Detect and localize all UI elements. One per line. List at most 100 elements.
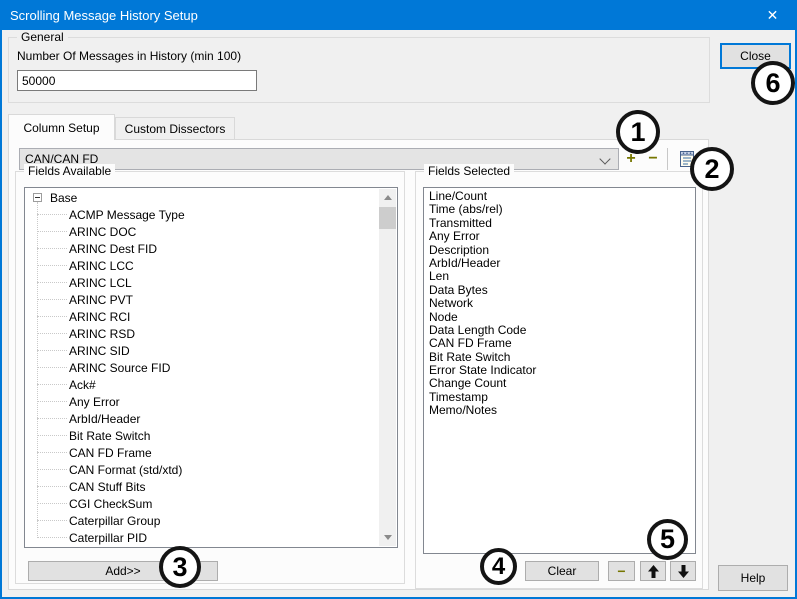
- minus-icon: −: [648, 150, 657, 168]
- scrollbar-down-button[interactable]: [379, 529, 396, 546]
- tree-item[interactable]: ACMP Message Type: [26, 206, 379, 223]
- tree-item[interactable]: ARINC Source FID: [26, 359, 379, 376]
- tree-stub-line: [37, 214, 67, 215]
- fields-selected-list: Line/CountTime (abs/rel)TransmittedAny E…: [423, 187, 696, 554]
- tree-item[interactable]: ARINC SID: [26, 342, 379, 359]
- fields-available-list: Base ACMP Message Type ARINC DOC ARINC D…: [24, 187, 398, 548]
- tree-stub-line: [37, 299, 67, 300]
- tree-stub-line: [37, 418, 67, 419]
- tree-item[interactable]: Caterpillar Group: [26, 512, 379, 529]
- tree-stub-line: [37, 537, 67, 538]
- tree-item[interactable]: ARINC DOC: [26, 223, 379, 240]
- remove-selected-button[interactable]: −: [608, 561, 635, 581]
- selected-field-item[interactable]: Len: [424, 270, 695, 283]
- tab-column-setup[interactable]: Column Setup: [8, 114, 115, 140]
- selected-field-item[interactable]: Line/Count: [424, 190, 695, 203]
- general-group: General Number Of Messages in History (m…: [8, 37, 710, 103]
- tree-stub-line: [37, 486, 67, 487]
- tree-item[interactable]: ARINC RSD: [26, 325, 379, 342]
- tree-item-label: Ack#: [69, 378, 96, 392]
- move-down-button[interactable]: [670, 561, 696, 581]
- selected-field-item[interactable]: Node: [424, 311, 695, 324]
- tree-item[interactable]: ARINC PVT: [26, 291, 379, 308]
- selected-field-item[interactable]: Data Length Code: [424, 324, 695, 337]
- tree-item-label: ARINC SID: [69, 344, 130, 358]
- scrollbar-thumb[interactable]: [379, 207, 396, 229]
- annotation-1: 1: [616, 110, 660, 154]
- window-border-left: [0, 30, 2, 599]
- tree-item[interactable]: ArbId/Header: [26, 410, 379, 427]
- tree-item-label: Caterpillar PID: [69, 531, 147, 545]
- selected-field-item[interactable]: Error State Indicator: [424, 364, 695, 377]
- tree-item-label: ARINC RCI: [69, 310, 130, 324]
- tree-stub-line: [37, 435, 67, 436]
- clear-button[interactable]: Clear: [525, 561, 599, 581]
- selected-field-item[interactable]: Transmitted: [424, 217, 695, 230]
- tree-item-label: ARINC LCL: [69, 276, 132, 290]
- tree-root-item[interactable]: Base: [26, 189, 379, 206]
- tree-item-label: ARINC PVT: [69, 293, 133, 307]
- scrollbar-up-button[interactable]: [379, 189, 396, 206]
- selected-field-item[interactable]: Memo/Notes: [424, 404, 695, 417]
- selected-field-item[interactable]: Any Error: [424, 230, 695, 243]
- tree-item[interactable]: Bit Rate Switch: [26, 427, 379, 444]
- tree-stub-line: [37, 384, 67, 385]
- tab-custom-dissectors[interactable]: Custom Dissectors: [115, 117, 235, 139]
- annotation-5: 5: [647, 519, 688, 560]
- selected-field-item[interactable]: Time (abs/rel): [424, 203, 695, 216]
- selected-field-item[interactable]: Data Bytes: [424, 284, 695, 297]
- tree-stub-line: [37, 469, 67, 470]
- general-legend: General: [17, 30, 68, 44]
- tree-stub-line: [37, 452, 67, 453]
- tree-stub-line: [37, 401, 67, 402]
- tree-item-label: CAN Stuff Bits: [69, 480, 145, 494]
- tree-item-label: Any Error: [69, 395, 120, 409]
- selected-field-item[interactable]: Timestamp: [424, 391, 695, 404]
- tree-item[interactable]: ARINC LCC: [26, 257, 379, 274]
- tree-item[interactable]: ARINC RCI: [26, 308, 379, 325]
- column-setup-panel: CAN/CAN FD + − Fields Available: [8, 139, 709, 590]
- tree-stub-line: [37, 248, 67, 249]
- tree-item[interactable]: Ack#: [26, 376, 379, 393]
- tree-item[interactable]: CGI CheckSum: [26, 495, 379, 512]
- tree-item[interactable]: Caterpillar PID: [26, 529, 379, 546]
- tree-item-label: Caterpillar Group: [69, 514, 160, 528]
- selected-field-item[interactable]: CAN FD Frame: [424, 337, 695, 350]
- tree-root-label: Base: [50, 191, 77, 205]
- tree-item[interactable]: Any Error: [26, 393, 379, 410]
- selected-field-item[interactable]: Network: [424, 297, 695, 310]
- tree-collapse-icon[interactable]: [33, 193, 42, 202]
- tree-stub-line: [37, 282, 67, 283]
- title-bar: Scrolling Message History Setup ✕: [0, 0, 797, 30]
- close-icon[interactable]: ✕: [750, 0, 795, 30]
- tree-item[interactable]: CAN Format (std/xtd): [26, 461, 379, 478]
- tree-item-label: CAN Format (std/xtd): [69, 463, 182, 477]
- tree-item-label: ARINC DOC: [69, 225, 136, 239]
- tree-item-label: ArbId/Header: [69, 412, 140, 426]
- chevron-down-icon: [599, 153, 610, 164]
- tree-item[interactable]: ARINC Dest FID: [26, 240, 379, 257]
- messages-count-input[interactable]: [17, 70, 257, 91]
- scrollbar[interactable]: [379, 189, 396, 546]
- fields-available-legend: Fields Available: [24, 164, 115, 178]
- selected-field-item[interactable]: Bit Rate Switch: [424, 351, 695, 364]
- scroll-down-icon: [384, 535, 392, 540]
- tree-stub-line: [37, 503, 67, 504]
- window-title: Scrolling Message History Setup: [10, 8, 198, 23]
- tree-item-label: CAN FD Frame: [69, 446, 152, 460]
- annotation-2: 2: [690, 147, 734, 191]
- selected-field-item[interactable]: ArbId/Header: [424, 257, 695, 270]
- tree-stub-line: [37, 265, 67, 266]
- tree-item[interactable]: ARINC LCL: [26, 274, 379, 291]
- annotation-3: 3: [159, 546, 201, 588]
- tree-item-label: CGI CheckSum: [69, 497, 152, 511]
- tree-item-label: ARINC Dest FID: [69, 242, 157, 256]
- tree-item-label: ARINC LCC: [69, 259, 134, 273]
- tree-item-label: ARINC RSD: [69, 327, 135, 341]
- move-up-button[interactable]: [640, 561, 666, 581]
- selected-field-item[interactable]: Description: [424, 244, 695, 257]
- help-button[interactable]: Help: [718, 565, 788, 591]
- selected-field-item[interactable]: Change Count: [424, 377, 695, 390]
- tree-item[interactable]: CAN FD Frame: [26, 444, 379, 461]
- tree-item[interactable]: CAN Stuff Bits: [26, 478, 379, 495]
